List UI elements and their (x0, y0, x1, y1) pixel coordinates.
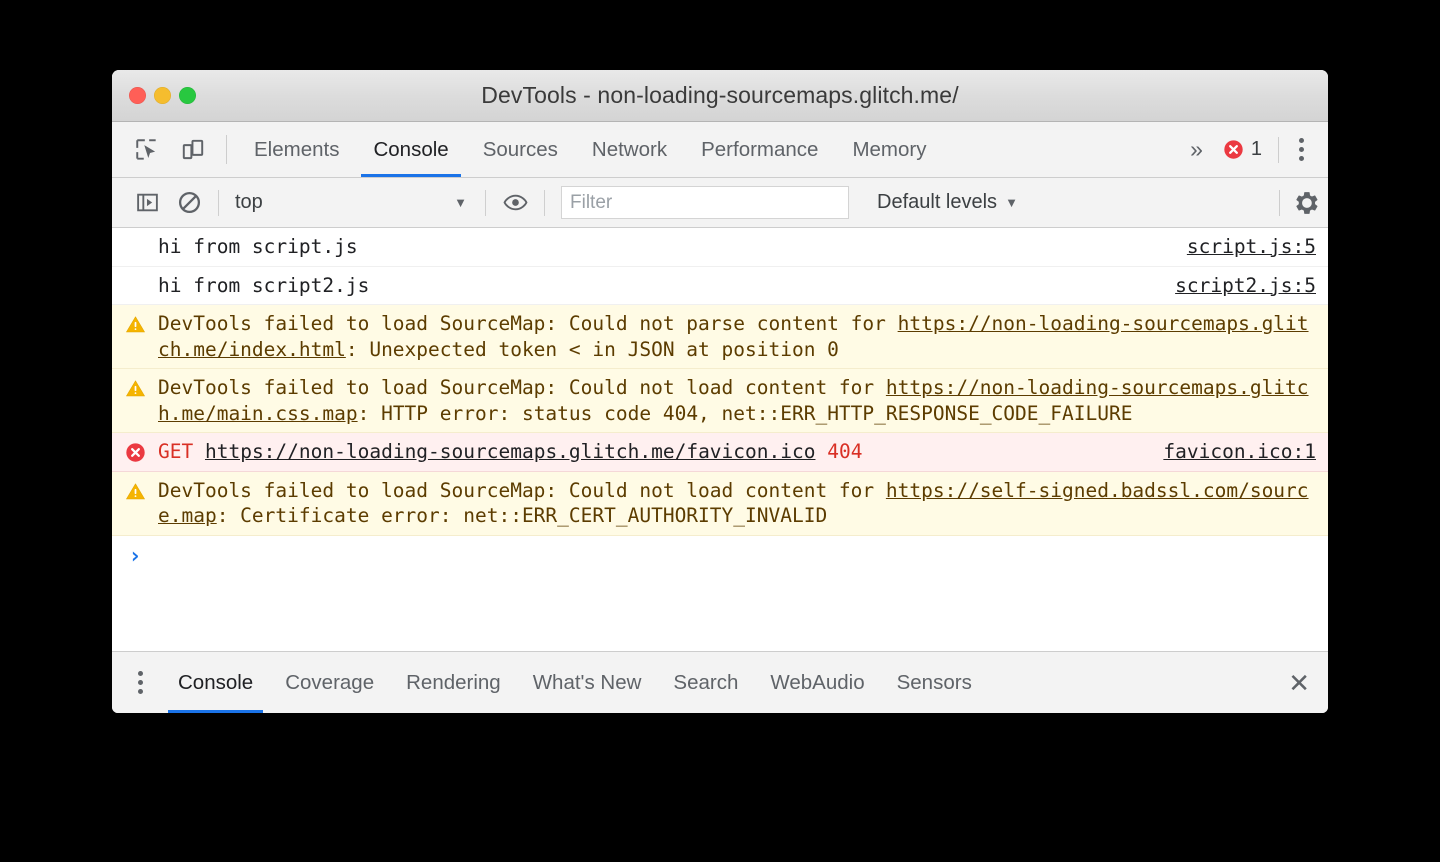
error-count-value: 1 (1251, 138, 1262, 161)
divider (1278, 137, 1279, 163)
drawer-tab-strip: Console Coverage Rendering What's New Se… (112, 651, 1328, 713)
console-message-error[interactable]: GET https://non-loading-sourcemaps.glitc… (112, 433, 1328, 472)
window-title: DevTools - non-loading-sourcemaps.glitch… (112, 82, 1328, 109)
console-toolbar-right (1273, 190, 1328, 216)
live-expression-eye-icon[interactable] (494, 190, 536, 215)
tab-memory[interactable]: Memory (835, 122, 943, 177)
message-source-link[interactable]: favicon.ico:1 (1163, 439, 1328, 465)
drawer-tab-webaudio[interactable]: WebAudio (754, 652, 880, 713)
show-console-sidebar-icon[interactable] (126, 190, 168, 215)
console-message-log[interactable]: hi from script2.js script2.js:5 (112, 267, 1328, 306)
drawer-tab-sensors[interactable]: Sensors (881, 652, 988, 713)
warning-triangle-icon (112, 311, 158, 362)
request-url-link[interactable]: https://non-loading-sourcemaps.glitch.me… (205, 440, 815, 463)
message-text-post: : HTTP error: status code 404, net::ERR_… (358, 402, 1133, 425)
drawer-kebab-icon[interactable] (118, 652, 162, 713)
chevron-down-icon: ▼ (454, 195, 467, 210)
error-circle-icon (1223, 139, 1244, 160)
clear-console-icon[interactable] (168, 190, 210, 215)
filter-input[interactable]: Filter (561, 186, 849, 219)
console-message-warning[interactable]: DevTools failed to load SourceMap: Could… (112, 305, 1328, 369)
close-drawer-icon[interactable]: ✕ (1288, 670, 1310, 696)
tab-performance[interactable]: Performance (684, 122, 835, 177)
title-bar: DevTools - non-loading-sourcemaps.glitch… (112, 70, 1328, 122)
kebab-menu-icon[interactable] (1285, 138, 1318, 161)
close-window-button[interactable] (129, 87, 146, 104)
message-icon-slot (112, 234, 158, 260)
warning-triangle-icon (112, 375, 158, 426)
tab-elements[interactable]: Elements (237, 122, 356, 177)
console-message-log[interactable]: hi from script.js script.js:5 (112, 228, 1328, 267)
filter-placeholder: Filter (570, 192, 612, 214)
message-text-post: : Certificate error: net::ERR_CERT_AUTHO… (217, 504, 827, 527)
minimize-window-button[interactable] (154, 87, 171, 104)
toolbar-divider (226, 135, 227, 164)
gear-icon[interactable] (1286, 190, 1328, 216)
message-text: hi from script.js (158, 235, 358, 258)
message-text-pre: DevTools failed to load SourceMap: Could… (158, 312, 898, 335)
message-body: DevTools failed to load SourceMap: Could… (158, 375, 1328, 426)
drawer-tab-coverage[interactable]: Coverage (269, 652, 390, 713)
divider (544, 190, 545, 216)
maximize-window-button[interactable] (179, 87, 196, 104)
console-prompt[interactable]: › (112, 536, 1328, 570)
console-toolbar: top ▼ Filter Default levels ▼ (112, 178, 1328, 228)
console-message-warning[interactable]: DevTools failed to load SourceMap: Could… (112, 472, 1328, 536)
message-text-pre: DevTools failed to load SourceMap: Could… (158, 479, 886, 502)
message-body: GET https://non-loading-sourcemaps.glitc… (158, 439, 1163, 465)
drawer-right: ✕ (1288, 652, 1328, 713)
log-levels-value: Default levels (877, 191, 997, 214)
devtools-window: DevTools - non-loading-sourcemaps.glitch… (112, 70, 1328, 713)
more-tabs-icon[interactable]: » (1178, 136, 1213, 163)
request-method: GET (158, 440, 193, 463)
drawer-tab-console[interactable]: Console (162, 652, 269, 713)
message-source-link[interactable]: script2.js:5 (1175, 273, 1328, 299)
device-toolbar-icon[interactable] (170, 122, 216, 177)
tab-sources[interactable]: Sources (466, 122, 575, 177)
response-status: 404 (827, 440, 862, 463)
traffic-lights (129, 87, 196, 104)
execution-context-select[interactable]: top ▼ (227, 191, 477, 214)
divider (485, 190, 486, 216)
warning-triangle-icon (112, 478, 158, 529)
console-message-warning[interactable]: DevTools failed to load SourceMap: Could… (112, 369, 1328, 433)
error-count-badge[interactable]: 1 (1213, 138, 1272, 161)
tab-network[interactable]: Network (575, 122, 684, 177)
error-circle-icon (112, 439, 158, 465)
execution-context-value: top (235, 191, 263, 214)
tab-console[interactable]: Console (356, 122, 465, 177)
divider (218, 190, 219, 216)
main-tab-strip: Elements Console Sources Network Perform… (112, 122, 1328, 178)
message-text-pre: DevTools failed to load SourceMap: Could… (158, 376, 886, 399)
message-body: hi from script2.js (158, 273, 1175, 299)
panel-tabs: Elements Console Sources Network Perform… (237, 122, 944, 177)
message-text: hi from script2.js (158, 274, 369, 297)
message-source-link[interactable]: script.js:5 (1187, 234, 1328, 260)
screen: DevTools - non-loading-sourcemaps.glitch… (0, 0, 1440, 862)
prompt-caret-icon: › (112, 544, 158, 570)
message-text-post: : Unexpected token < in JSON at position… (346, 338, 839, 361)
message-icon-slot (112, 273, 158, 299)
log-levels-select[interactable]: Default levels ▼ (863, 191, 1032, 214)
drawer-tab-search[interactable]: Search (657, 652, 754, 713)
tab-strip-right: » 1 (1178, 122, 1328, 177)
drawer-tab-whats-new[interactable]: What's New (517, 652, 658, 713)
message-body: hi from script.js (158, 234, 1187, 260)
drawer-tab-rendering[interactable]: Rendering (390, 652, 517, 713)
message-body: DevTools failed to load SourceMap: Could… (158, 478, 1328, 529)
divider (1279, 190, 1280, 216)
chevron-down-icon: ▼ (1005, 195, 1018, 210)
message-body: DevTools failed to load SourceMap: Could… (158, 311, 1328, 362)
inspect-element-icon[interactable] (124, 122, 170, 177)
console-message-list[interactable]: hi from script.js script.js:5 hi from sc… (112, 228, 1328, 651)
